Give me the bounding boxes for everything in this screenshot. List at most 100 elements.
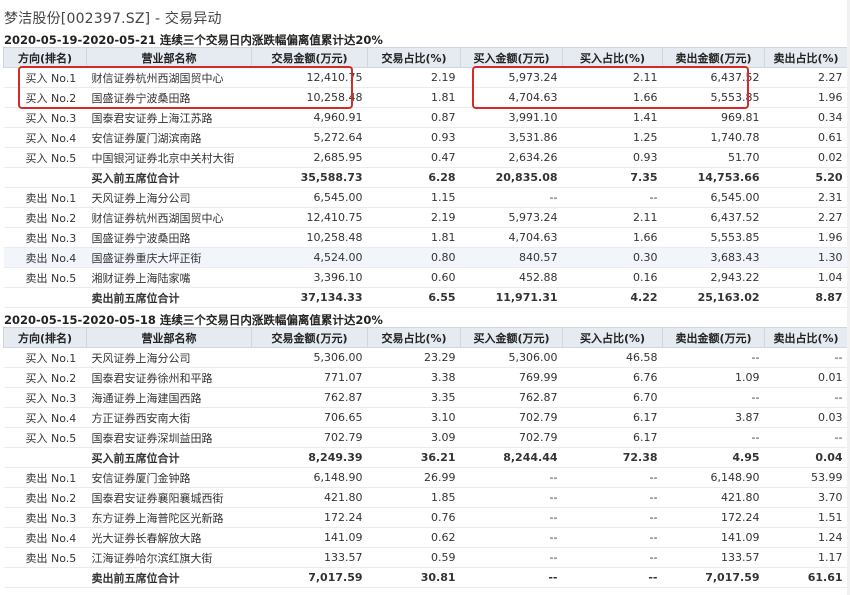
direction-cell: 卖出 No.1 [3, 467, 87, 488]
buy-ratio-cell: 1.25 [562, 127, 663, 148]
table-row[interactable]: 买入 No.2 国盛证券宁波桑田路 10,258.48 1.81 4,704.63 1.6… [3, 87, 848, 108]
buy-ratio-cell: 0.93 [562, 147, 663, 168]
direction-cell: 买入 No.1 [3, 347, 87, 368]
branch-name-cell: 天风证券上海分公司 [86, 187, 252, 208]
direction-cell: 卖出 No.4 [3, 247, 87, 268]
column-header[interactable]: 营业部名称 [86, 47, 252, 68]
column-header[interactable]: 交易金额(万元) [251, 327, 368, 348]
sell-amount-cell: 6,545.00 [662, 187, 765, 208]
branch-name-cell: 国泰君安证券深圳益田路 [86, 427, 252, 448]
buy-amount-cell: -- [460, 527, 563, 548]
table-row[interactable]: 买入 No.5 中国银河证券北京中关村大街 2,685.95 0.47 2,634.26… [3, 147, 848, 168]
sell-ratio-cell: 0.03 [764, 407, 848, 428]
total-row[interactable]: 买入前五席位合计 35,588.73 6.28 20,835.08 7.35 14,753… [3, 167, 848, 188]
buy-ratio-cell: -- [562, 467, 663, 488]
direction-cell: 卖出 No.4 [3, 527, 87, 548]
table-row[interactable]: 买入 No.1 天风证券上海分公司 5,306.00 23.29 5,306.00 46.… [3, 347, 848, 368]
buy-ratio-cell: 72.38 [562, 447, 663, 468]
sell-amount-cell: 7,017.59 [662, 567, 765, 588]
total-row[interactable]: 卖出前五席位合计 37,134.33 6.55 11,971.31 4.22 25,163… [3, 287, 848, 308]
column-header[interactable]: 卖出金额(万元) [662, 327, 765, 348]
table-row[interactable]: 卖出 No.5 江海证券哈尔滨红旗大街 133.57 0.59 -- -- 133.57 1.… [3, 547, 848, 568]
direction-cell: 买入 No.4 [3, 127, 87, 148]
column-header[interactable]: 交易占比(%) [367, 327, 461, 348]
table-row[interactable]: 卖出 No.2 国泰君安证券襄阳襄城西街 421.80 1.85 -- -- 421.80 3… [3, 487, 848, 508]
table-row[interactable]: 买入 No.2 国泰君安证券徐州和平路 771.07 3.38 769.99 6.76 1.… [3, 367, 848, 388]
table-row[interactable]: 买入 No.3 海通证券上海建国西路 762.87 3.35 762.87 6.70 -- -… [3, 387, 848, 408]
direction-cell: 买入 No.5 [3, 427, 87, 448]
table-row[interactable]: 买入 No.1 财信证券杭州西湖国贸中心 12,410.75 2.19 5,973.24… [3, 67, 848, 88]
trade-amount-cell: 4,524.00 [251, 247, 368, 268]
buy-amount-cell: 5,973.24 [460, 67, 563, 88]
sell-ratio-cell: 5.20 [764, 167, 848, 188]
trade-ratio-cell: 0.76 [367, 507, 461, 528]
direction-cell: 买入 No.2 [3, 367, 87, 388]
trade-amount-cell: 706.65 [251, 407, 368, 428]
table-row[interactable]: 卖出 No.2 财信证券杭州西湖国贸中心 12,410.75 2.19 5,973.24… [3, 207, 848, 228]
column-header[interactable]: 买入占比(%) [562, 327, 663, 348]
column-header[interactable]: 交易金额(万元) [251, 47, 368, 68]
buy-amount-cell: 5,306.00 [460, 347, 563, 368]
direction-cell: 卖出 No.3 [3, 227, 87, 248]
trade-amount-cell: 8,249.39 [251, 447, 368, 468]
sell-amount-cell: 6,437.52 [662, 207, 765, 228]
sell-ratio-cell: 8.87 [764, 287, 848, 308]
buy-amount-cell: -- [460, 487, 563, 508]
branch-name-cell: 光大证券长春解放大路 [86, 527, 252, 548]
column-header[interactable]: 交易占比(%) [367, 47, 461, 68]
direction-cell: 卖出 No.5 [3, 267, 87, 288]
total-row[interactable]: 卖出前五席位合计 7,017.59 30.81 -- -- 7,017.59 61.61 [3, 567, 848, 588]
trade-ratio-cell: 6.28 [367, 167, 461, 188]
table-row[interactable]: 买入 No.3 国泰君安证券上海江苏路 4,960.91 0.87 3,991.10 1.… [3, 107, 848, 128]
table-row[interactable]: 卖出 No.3 东方证券上海普陀区光新路 172.24 0.76 -- -- 172.24 1… [3, 507, 848, 528]
branch-name-cell: 买入前五席位合计 [86, 167, 252, 188]
buy-amount-cell: -- [460, 547, 563, 568]
column-header[interactable]: 营业部名称 [86, 327, 252, 348]
column-header[interactable]: 卖出金额(万元) [662, 47, 765, 68]
table-row[interactable]: 卖出 No.4 国盛证券重庆大坪正街 4,524.00 0.80 840.57 0.30 3… [3, 247, 848, 268]
buy-ratio-cell: 6.17 [562, 407, 663, 428]
table-row[interactable]: 买入 No.5 国泰君安证券深圳益田路 702.79 3.09 702.79 6.17 --… [3, 427, 848, 448]
trade-amount-cell: 133.57 [251, 547, 368, 568]
sell-amount-cell: 3,683.43 [662, 247, 765, 268]
column-header[interactable]: 买入金额(万元) [460, 327, 563, 348]
table-row[interactable]: 卖出 No.1 天风证券上海分公司 6,545.00 1.15 -- -- 6,545.00… [3, 187, 848, 208]
direction-cell [3, 567, 87, 588]
buy-ratio-cell: -- [562, 527, 663, 548]
trade-ratio-cell: 36.21 [367, 447, 461, 468]
table-row[interactable]: 卖出 No.1 安信证券厦门金钟路 6,148.90 26.99 -- -- 6,148.9… [3, 467, 848, 488]
column-header[interactable]: 买入占比(%) [562, 47, 663, 68]
table-row[interactable]: 卖出 No.5 湘财证券上海陆家嘴 3,396.10 0.60 452.88 0.16 2,… [3, 267, 848, 288]
column-header[interactable]: 买入金额(万元) [460, 47, 563, 68]
column-header[interactable]: 方向(排名) [3, 47, 87, 68]
sell-amount-cell: 969.81 [662, 107, 765, 128]
branch-name-cell: 东方证券上海普陀区光新路 [86, 507, 252, 528]
branch-name-cell: 海通证券上海建国西路 [86, 387, 252, 408]
branch-name-cell: 方正证券西安南大街 [86, 407, 252, 428]
column-header[interactable]: 方向(排名) [3, 327, 87, 348]
buy-amount-cell: 2,634.26 [460, 147, 563, 168]
branch-name-cell: 国盛证券宁波桑田路 [86, 227, 252, 248]
column-header[interactable]: 卖出占比(%) [764, 327, 848, 348]
column-header[interactable]: 卖出占比(%) [764, 47, 848, 68]
trade-ratio-cell: 30.81 [367, 567, 461, 588]
sell-ratio-cell: 0.02 [764, 147, 848, 168]
table-row[interactable]: 卖出 No.4 光大证券长春解放大路 141.09 0.62 -- -- 141.09 1.2… [3, 527, 848, 548]
trade-amount-cell: 7,017.59 [251, 567, 368, 588]
total-row[interactable]: 买入前五席位合计 8,249.39 36.21 8,244.44 72.38 4.95 0.… [3, 447, 848, 468]
buy-amount-cell: 762.87 [460, 387, 563, 408]
table-row[interactable]: 买入 No.4 安信证券厦门湖滨南路 5,272.64 0.93 3,531.86 1.2… [3, 127, 848, 148]
buy-amount-cell: -- [460, 567, 563, 588]
direction-cell: 买入 No.4 [3, 407, 87, 428]
table-row[interactable]: 买入 No.4 方正证券西安南大街 706.65 3.10 702.79 6.17 3.87… [3, 407, 848, 428]
direction-cell [3, 447, 87, 468]
branch-name-cell: 国泰君安证券上海江苏路 [86, 107, 252, 128]
sell-amount-cell: 25,163.02 [662, 287, 765, 308]
trade-ratio-cell: 0.93 [367, 127, 461, 148]
trading-table-1: 方向(排名) 营业部名称 交易金额(万元) 交易占比(%) 买入金额(万元) 买入占比(%… [3, 47, 848, 308]
table-row[interactable]: 卖出 No.3 国盛证券宁波桑田路 10,258.48 1.81 4,704.63 1.6… [3, 227, 848, 248]
trade-amount-cell: 10,258.48 [251, 227, 368, 248]
table-header-row: 方向(排名) 营业部名称 交易金额(万元) 交易占比(%) 买入金额(万元) 买入占比(%… [3, 327, 848, 348]
trade-amount-cell: 4,960.91 [251, 107, 368, 128]
sell-amount-cell: 5,553.85 [662, 87, 765, 108]
